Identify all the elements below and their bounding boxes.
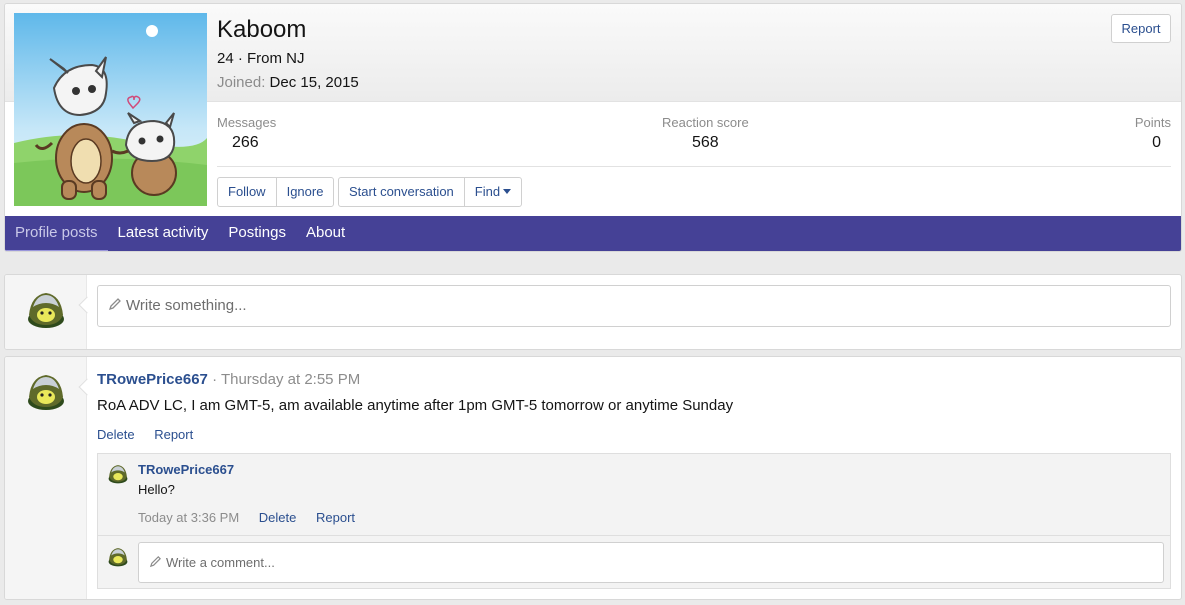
post-body: RoA ADV LC, I am GMT-5, am available any… — [97, 397, 734, 414]
report-profile-button[interactable]: Report — [1111, 14, 1171, 43]
profile-username: Kaboom — [217, 16, 307, 43]
bubble-pointer — [78, 296, 96, 314]
user-avatar-icon[interactable] — [23, 285, 69, 331]
ignore-button[interactable]: Ignore — [275, 178, 334, 206]
find-label: Find — [474, 184, 501, 199]
commenter-avatar-icon[interactable] — [106, 544, 130, 568]
follow-button[interactable]: Follow — [218, 178, 276, 206]
bubble-pointer — [78, 378, 96, 396]
comment-delete-link[interactable]: Delete — [259, 510, 297, 525]
follow-ignore-group: Follow Ignore — [217, 177, 335, 207]
stat-reaction-value: 568 — [692, 134, 719, 151]
tab-latest-activity[interactable]: Latest activity — [108, 216, 219, 251]
comment-item: TRowePrice667 Hello? Today at 3:36 PM De… — [98, 454, 1170, 536]
write-something-input[interactable]: Write something... — [97, 285, 1171, 327]
stat-messages-label: Messages — [217, 115, 277, 130]
post-author-avatar-icon[interactable] — [23, 367, 69, 413]
joined-label: Joined: — [217, 74, 266, 91]
conversation-find-group: Start conversation Find — [338, 177, 523, 207]
joined-date: Dec 15, 2015 — [269, 74, 359, 91]
stat-messages[interactable]: Messages 266 — [217, 115, 276, 152]
write-comment-placeholder: Write a comment... — [166, 555, 275, 570]
profile-joined: Joined: Dec 15, 2015 — [217, 74, 359, 91]
stat-reaction-score[interactable]: Reaction score 568 — [662, 115, 749, 152]
post-avatar-column — [5, 357, 96, 599]
stat-points[interactable]: Points 0 — [1135, 115, 1171, 152]
tab-profile-posts[interactable]: Profile posts — [5, 216, 108, 251]
tab-postings[interactable]: Postings — [218, 216, 296, 251]
post-delete-link[interactable]: Delete — [97, 427, 135, 442]
comment-report-link[interactable]: Report — [316, 510, 355, 525]
stat-messages-value: 266 — [232, 134, 259, 151]
comment-author-avatar-icon[interactable] — [106, 461, 130, 485]
profile-stats: Messages 266 Reaction score 568 Points 0 — [217, 115, 1171, 167]
profile-avatar[interactable] — [14, 13, 207, 206]
caret-down-icon — [503, 189, 512, 195]
tab-about[interactable]: About — [296, 216, 355, 251]
stat-reaction-label: Reaction score — [662, 115, 749, 130]
new-profile-post: Write something... — [4, 274, 1182, 350]
post-author-link[interactable]: TRowePrice667 — [97, 371, 208, 388]
post-comments: TRowePrice667 Hello? Today at 3:36 PM De… — [97, 453, 1171, 589]
stat-points-value: 0 — [1152, 134, 1161, 151]
post-timestamp[interactable]: · Thursday at 2:55 PM — [212, 371, 360, 388]
pencil-icon — [149, 556, 161, 568]
cubone-marowak-avatar-icon — [14, 13, 207, 206]
post-header: TRowePrice667 · Thursday at 2:55 PM — [97, 371, 360, 388]
start-conversation-button[interactable]: Start conversation — [339, 178, 464, 206]
comment-text: Hello? — [138, 482, 175, 497]
post-report-link[interactable]: Report — [154, 427, 193, 442]
comment-timestamp[interactable]: Today at 3:36 PM — [138, 510, 239, 525]
profile-card: Kaboom 24 · From NJ Joined: Dec 15, 2015… — [4, 3, 1182, 252]
profile-tab-bar: Profile posts Latest activity Postings A… — [5, 216, 1181, 251]
write-avatar-column — [5, 275, 96, 349]
write-something-placeholder: Write something... — [126, 297, 247, 314]
comment-author-link[interactable]: TRowePrice667 — [138, 462, 234, 477]
profile-post: TRowePrice667 · Thursday at 2:55 PM RoA … — [4, 356, 1182, 600]
post-actions: Delete Report — [97, 427, 209, 442]
pencil-icon — [108, 298, 121, 311]
stat-points-label: Points — [1134, 115, 1171, 130]
profile-age-location: 24 · From NJ — [217, 50, 305, 67]
find-button[interactable]: Find — [463, 178, 521, 206]
comment-footer: Today at 3:36 PM Delete Report — [138, 510, 371, 525]
write-comment-input[interactable]: Write a comment... — [138, 542, 1164, 583]
